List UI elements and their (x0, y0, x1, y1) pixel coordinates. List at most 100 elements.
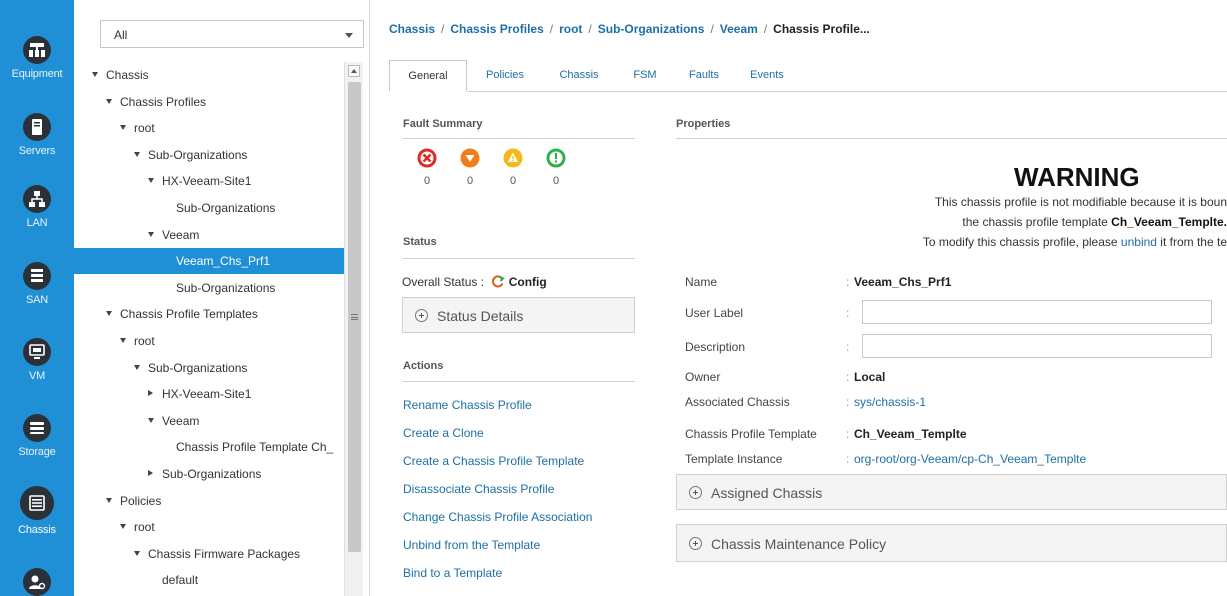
scroll-thumb[interactable] (348, 82, 361, 552)
tab-faults[interactable]: Faults (679, 60, 729, 92)
tree-node[interactable]: root (74, 115, 344, 141)
rail-label: SAN (25, 294, 49, 306)
assigned-chassis-expander[interactable]: Assigned Chassis (676, 474, 1227, 510)
caret-down-icon[interactable] (134, 364, 140, 370)
caret-down-icon[interactable] (148, 417, 154, 423)
colon: : (846, 395, 850, 409)
tree-node[interactable]: HX-Veeam-Site1 (74, 168, 344, 194)
rail-storage[interactable]: Storage (0, 414, 74, 458)
breadcrumb-item[interactable]: Veeam (720, 22, 758, 36)
template-value: Ch_Veeam_Templte (854, 427, 967, 441)
tree-node[interactable]: root (74, 328, 344, 354)
fault-warning[interactable]: 0 (543, 148, 569, 187)
unbind-template-link[interactable]: Unbind from the Template (403, 538, 540, 552)
status-details-expander[interactable]: Status Details (402, 297, 635, 333)
caret-down-icon[interactable] (106, 497, 112, 503)
user-label-input[interactable] (862, 300, 1212, 324)
caret-down-icon[interactable] (106, 311, 112, 317)
description-input[interactable] (862, 334, 1212, 358)
tree-node-label: Policies (120, 493, 162, 508)
caret-down-icon[interactable] (148, 178, 154, 184)
caret-down-icon[interactable] (120, 125, 126, 131)
tree-node[interactable]: Veeam (74, 408, 344, 434)
rail-label: LAN (26, 217, 48, 229)
tree-node[interactable]: default (74, 567, 344, 593)
tree-node[interactable]: Chassis Profiles (74, 89, 344, 115)
warning-text: To modify this chassis profile, please (922, 235, 1121, 249)
scroll-up-arrow-icon[interactable] (348, 65, 360, 77)
caret-down-icon[interactable] (148, 231, 154, 237)
create-clone-link[interactable]: Create a Clone (403, 426, 484, 440)
rail-equipment[interactable]: Equipment (0, 36, 74, 80)
create-template-link[interactable]: Create a Chassis Profile Template (403, 454, 584, 468)
caret-right-icon[interactable] (148, 390, 153, 397)
associated-chassis-link[interactable]: sys/chassis-1 (854, 395, 926, 409)
tree-node[interactable]: Veeam_Chs_Prf1 (74, 248, 344, 275)
tree-node[interactable]: Sub-Organizations (74, 195, 344, 221)
colon: : (846, 427, 850, 441)
caret-down-icon[interactable] (120, 338, 126, 343)
breadcrumb-item[interactable]: Sub-Organizations (598, 22, 705, 36)
tab-chassis[interactable]: Chassis (549, 60, 609, 92)
colon: : (846, 452, 850, 466)
unbind-link[interactable]: unbind (1121, 235, 1157, 249)
caret-down-icon[interactable] (106, 98, 112, 104)
name-value: Veeam_Chs_Prf1 (854, 275, 952, 289)
caret-down-icon[interactable] (134, 151, 140, 157)
warning-line-2: the chassis profile template Ch_Veeam_Te… (962, 215, 1227, 229)
minor-fault-icon (503, 148, 523, 168)
tree-node[interactable]: Sub-Organizations (74, 461, 344, 487)
fault-critical[interactable]: 0 (414, 148, 440, 187)
tree-node-label: root (134, 121, 155, 136)
fault-minor[interactable]: 0 (500, 148, 526, 187)
caret-down-icon[interactable] (92, 72, 98, 77)
tree-node-label: HX-Veeam-Site1 (162, 387, 252, 402)
maintenance-policy-expander[interactable]: Chassis Maintenance Policy (676, 524, 1227, 562)
overall-status-label: Overall Status : (402, 275, 485, 289)
tree-scrollbar[interactable] (344, 62, 363, 596)
caret-down-icon[interactable] (120, 524, 126, 530)
tab-policies[interactable]: Policies (475, 60, 535, 92)
tab-events[interactable]: Events (739, 60, 795, 92)
tree-node-label: Chassis Profiles (120, 94, 207, 109)
chassis-icon (20, 486, 54, 520)
tab-fsm[interactable]: FSM (625, 60, 665, 92)
rail-servers[interactable]: Servers (0, 113, 74, 157)
warning-text: the chassis profile template (962, 215, 1112, 229)
tab-general[interactable]: General (389, 60, 467, 92)
breadcrumb-item[interactable]: Chassis (389, 22, 435, 36)
rail-admin[interactable] (0, 568, 74, 596)
filter-dropdown[interactable]: All (100, 20, 364, 48)
tree-node[interactable]: Sub-Organizations (74, 275, 344, 301)
colon: : (846, 306, 850, 320)
tree-node[interactable]: Chassis Profile Templates (74, 301, 344, 327)
overall-status: Overall Status : Config (402, 274, 547, 291)
disassociate-profile-link[interactable]: Disassociate Chassis Profile (403, 482, 554, 496)
breadcrumb-item[interactable]: root (559, 22, 582, 36)
rail-lan[interactable]: LAN (0, 185, 74, 229)
fault-summary-title: Fault Summary (403, 118, 483, 130)
tree-node[interactable]: Sub-Organizations (74, 355, 344, 381)
bind-template-link[interactable]: Bind to a Template (403, 566, 502, 580)
rail-san[interactable]: SAN (0, 262, 74, 306)
rename-chassis-profile-link[interactable]: Rename Chassis Profile (403, 398, 532, 412)
plus-circle-icon (689, 486, 702, 499)
tree-node[interactable]: root (74, 514, 344, 540)
tree-node[interactable]: Sub-Organizations (74, 142, 344, 168)
change-association-link[interactable]: Change Chassis Profile Association (403, 510, 592, 524)
tree-node-label: Chassis Firmware Packages (148, 546, 301, 561)
fault-major[interactable]: 0 (457, 148, 483, 187)
tree-node[interactable]: Chassis Firmware Packages (74, 541, 344, 567)
tree-node[interactable]: Chassis Profile Template Ch_ (74, 434, 344, 460)
template-instance-link[interactable]: org-root/org-Veeam/cp-Ch_Veeam_Templte (854, 452, 1086, 466)
caret-right-icon[interactable] (148, 470, 153, 476)
owner-label: Owner (685, 370, 721, 384)
rail-vm[interactable]: VM (0, 338, 74, 382)
caret-down-icon[interactable] (134, 550, 140, 556)
tree-node[interactable]: Policies (74, 488, 344, 514)
tree-node[interactable]: Chassis (74, 62, 344, 88)
breadcrumb-item[interactable]: Chassis Profiles (450, 22, 543, 36)
tree-node[interactable]: HX-Veeam-Site1 (74, 381, 344, 407)
rail-chassis[interactable]: Chassis (0, 486, 74, 536)
tree-node[interactable]: Veeam (74, 222, 344, 248)
